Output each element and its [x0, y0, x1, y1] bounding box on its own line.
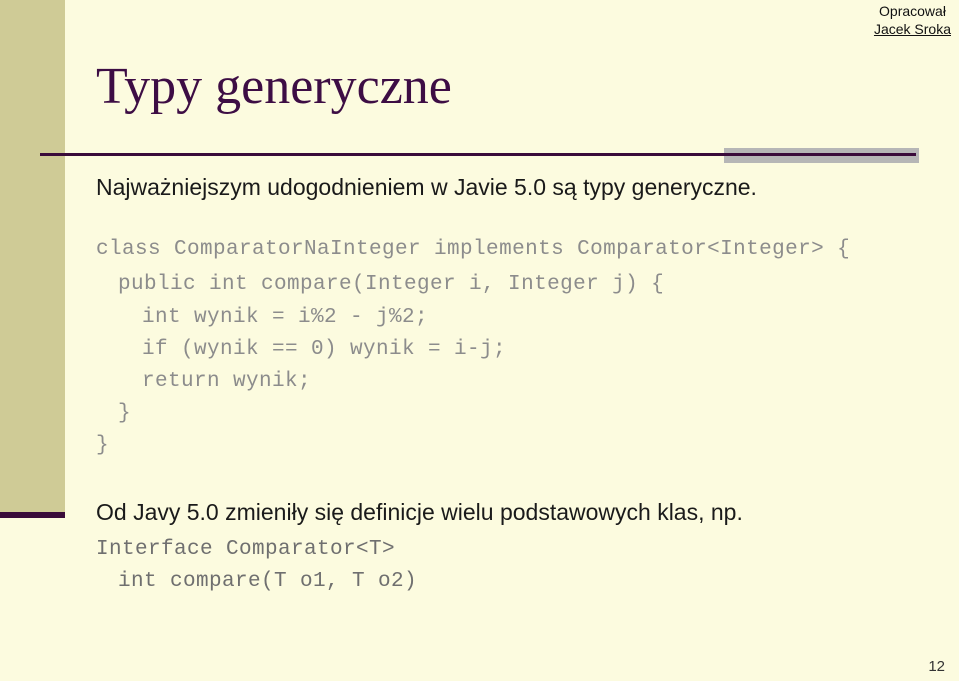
author-name: Jacek Sroka: [873, 21, 951, 37]
code-line-1: class ComparatorNaInteger implements Com…: [96, 238, 851, 261]
code-line-3: int wynik = i%2 - j%2;: [142, 306, 429, 329]
code-line-2: public int compare(Integer i, Integer j)…: [118, 273, 665, 296]
author-label: Opracował: [879, 3, 946, 19]
page-number: 12: [928, 658, 945, 675]
code-line-6: }: [118, 402, 132, 425]
code-line-4: if (wynik == 0) wynik = i-j;: [142, 338, 507, 361]
code-line-5: return wynik;: [142, 370, 312, 393]
left-band-foot-bar: [0, 512, 65, 518]
intro-paragraph: Najważniejszym udogodnieniem w Javie 5.0…: [96, 174, 757, 200]
title-rule: [40, 153, 916, 156]
code-line-7: }: [96, 434, 110, 457]
code-line-9: int compare(T o1, T o2): [118, 570, 418, 593]
code-line-8: Interface Comparator<T>: [96, 538, 396, 561]
author-block: Opracował Jacek Sroka: [874, 2, 951, 38]
slide-canvas: Opracował Jacek Sroka Typy generyczne Na…: [0, 0, 959, 681]
outro-paragraph: Od Javy 5.0 zmieniły się definicje wielu…: [96, 499, 743, 525]
slide-title: Typy generyczne: [96, 58, 452, 115]
left-decorative-band: [0, 0, 65, 512]
